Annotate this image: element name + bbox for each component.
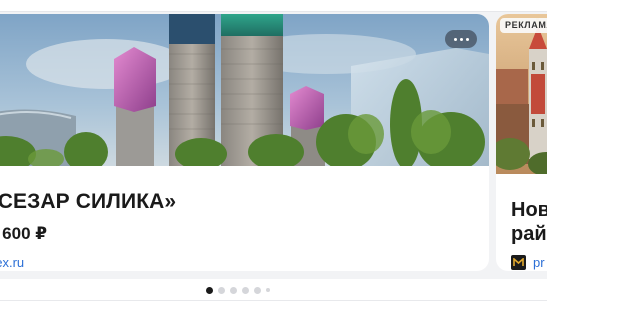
ad-domain-link[interactable]: dex.ru	[0, 255, 24, 270]
more-options-button[interactable]	[445, 30, 477, 48]
blank-area	[547, 0, 640, 315]
pagination-dot[interactable]	[218, 286, 225, 294]
pagination-dot-active[interactable]	[206, 286, 213, 294]
dot-icon	[465, 37, 469, 41]
ad-card-next[interactable]: Нов рай pr	[496, 14, 547, 271]
pagination-dot[interactable]	[242, 286, 249, 294]
ad-photo-next[interactable]	[496, 14, 547, 174]
ad-title[interactable]: «СЕЗАР СИЛИКА»	[0, 190, 176, 214]
title-line: рай	[511, 223, 547, 245]
residential-complex-image	[0, 14, 489, 166]
ad-card[interactable]: «СЕЗАР СИЛИКА» 7 600 ₽ dex.ru	[0, 14, 489, 271]
divider	[0, 300, 547, 301]
dot-icon	[453, 37, 457, 41]
divider	[0, 0, 547, 12]
dot-icon	[459, 37, 463, 41]
page: «СЕЗАР СИЛИКА» 7 600 ₽ dex.ru	[0, 0, 640, 315]
carousel-pagination	[206, 286, 270, 294]
pagination-dot[interactable]	[230, 286, 237, 294]
ad-title-next[interactable]: Нов рай	[511, 198, 547, 246]
title-line: Нов	[511, 199, 547, 221]
advertiser-logo-icon	[511, 255, 526, 270]
ad-badge: РЕКЛАМА	[500, 18, 547, 33]
pagination-dot[interactable]	[254, 286, 261, 294]
ad-price: 7 600 ₽	[0, 224, 48, 243]
ad-domain-link-next[interactable]: pr	[533, 255, 545, 270]
city-church-image	[496, 14, 547, 174]
pagination-dot[interactable]	[266, 288, 270, 292]
ad-photo[interactable]	[0, 14, 489, 166]
pagination-area	[0, 279, 547, 315]
ad-carousel: «СЕЗАР СИЛИКА» 7 600 ₽ dex.ru	[0, 0, 547, 315]
